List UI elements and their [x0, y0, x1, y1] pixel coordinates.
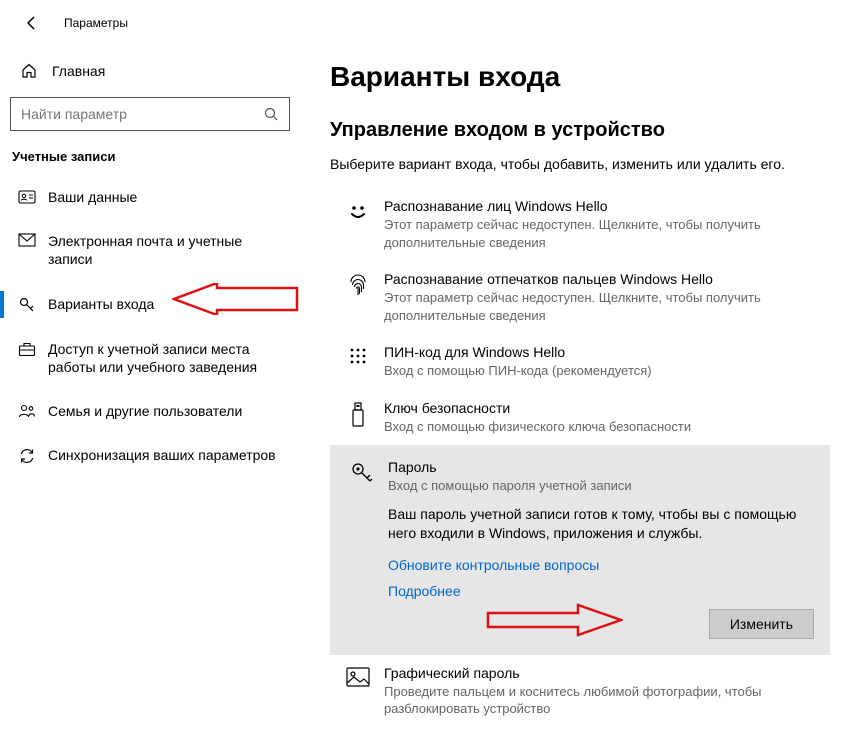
sidebar-item-email-accounts[interactable]: Электронная почта и учетные записи [0, 222, 310, 278]
people-icon [18, 402, 36, 419]
keypad-icon [342, 344, 374, 368]
option-subtitle: Этот параметр сейчас недоступен. Щелкнит… [384, 216, 818, 251]
home-icon [20, 63, 38, 79]
option-title: Распознавание отпечатков пальцев Windows… [384, 271, 818, 287]
section-lead: Выберите вариант входа, чтобы добавить, … [330, 156, 830, 172]
sidebar-item-label: Семья и другие пользователи [48, 402, 242, 420]
sidebar-item-label: Доступ к учетной записи места работы или… [48, 340, 290, 376]
sidebar-item-sync[interactable]: Синхронизация ваших параметров [0, 436, 310, 475]
annotation-arrow-icon [483, 603, 623, 637]
sidebar-item-your-info[interactable]: Ваши данные [0, 178, 310, 216]
sidebar-item-label: Ваши данные [48, 188, 137, 206]
sidebar-item-family[interactable]: Семья и другие пользователи [0, 392, 310, 430]
briefcase-icon [18, 340, 36, 357]
key-icon [18, 295, 36, 314]
update-security-questions-link[interactable]: Обновите контрольные вопросы [388, 557, 814, 573]
sync-icon [18, 446, 36, 465]
option-subtitle: Проведите пальцем и коснитесь любимой фо… [384, 683, 818, 718]
password-key-icon [346, 459, 378, 495]
sidebar-item-work-school[interactable]: Доступ к учетной записи места работы или… [0, 330, 310, 386]
page-title: Варианты входа [330, 61, 830, 93]
annotation-arrow-icon [172, 283, 302, 315]
image-icon [342, 665, 374, 687]
main-content: Варианты входа Управление входом в устро… [310, 45, 850, 737]
sidebar-section-label: Учетные записи [0, 149, 310, 178]
section-heading: Управление входом в устройство [330, 119, 830, 142]
option-title: Распознавание лиц Windows Hello [384, 198, 818, 214]
sidebar-item-label: Электронная почта и учетные записи [48, 232, 290, 268]
mail-icon [18, 232, 36, 247]
password-description: Ваш пароль учетной записи готов к тому, … [388, 505, 814, 543]
option-pin[interactable]: ПИН-код для Windows Hello Вход с помощью… [330, 334, 830, 390]
window-title: Параметры [64, 16, 128, 30]
sidebar-item-label: Синхронизация ваших параметров [48, 446, 276, 464]
sidebar-item-signin-options[interactable]: Варианты входа [0, 285, 310, 324]
option-security-key[interactable]: Ключ безопасности Вход с помощью физичес… [330, 390, 830, 446]
sidebar-home-label: Главная [52, 63, 105, 79]
option-subtitle: Вход с помощью физического ключа безопас… [384, 418, 818, 436]
option-subtitle: Вход с помощью пароля учетной записи [388, 477, 814, 495]
option-title: Пароль [388, 459, 814, 475]
search-box[interactable] [10, 97, 290, 131]
option-title: Графический пароль [384, 665, 818, 681]
option-password[interactable]: Пароль Вход с помощью пароля учетной зап… [330, 445, 830, 654]
sidebar-item-label: Варианты входа [48, 295, 154, 313]
search-icon [263, 106, 279, 122]
option-subtitle: Вход с помощью ПИН-кода (рекомендуется) [384, 362, 818, 380]
change-password-button[interactable]: Изменить [709, 609, 814, 639]
fingerprint-icon [342, 271, 374, 297]
sidebar-home[interactable]: Главная [0, 55, 310, 87]
usb-key-icon [342, 400, 374, 428]
face-icon [342, 198, 374, 222]
back-button[interactable] [20, 11, 44, 35]
option-title: Ключ безопасности [384, 400, 818, 416]
search-input[interactable] [21, 106, 263, 122]
option-title: ПИН-код для Windows Hello [384, 344, 818, 360]
option-picture-password[interactable]: Графический пароль Проведите пальцем и к… [330, 655, 830, 728]
learn-more-link[interactable]: Подробнее [388, 583, 814, 599]
option-fingerprint[interactable]: Распознавание отпечатков пальцев Windows… [330, 261, 830, 334]
option-face[interactable]: Распознавание лиц Windows Hello Этот пар… [330, 188, 830, 261]
person-card-icon [18, 188, 36, 205]
sidebar: Главная Учетные записи Ваши данные Элект… [0, 45, 310, 737]
option-subtitle: Этот параметр сейчас недоступен. Щелкнит… [384, 289, 818, 324]
